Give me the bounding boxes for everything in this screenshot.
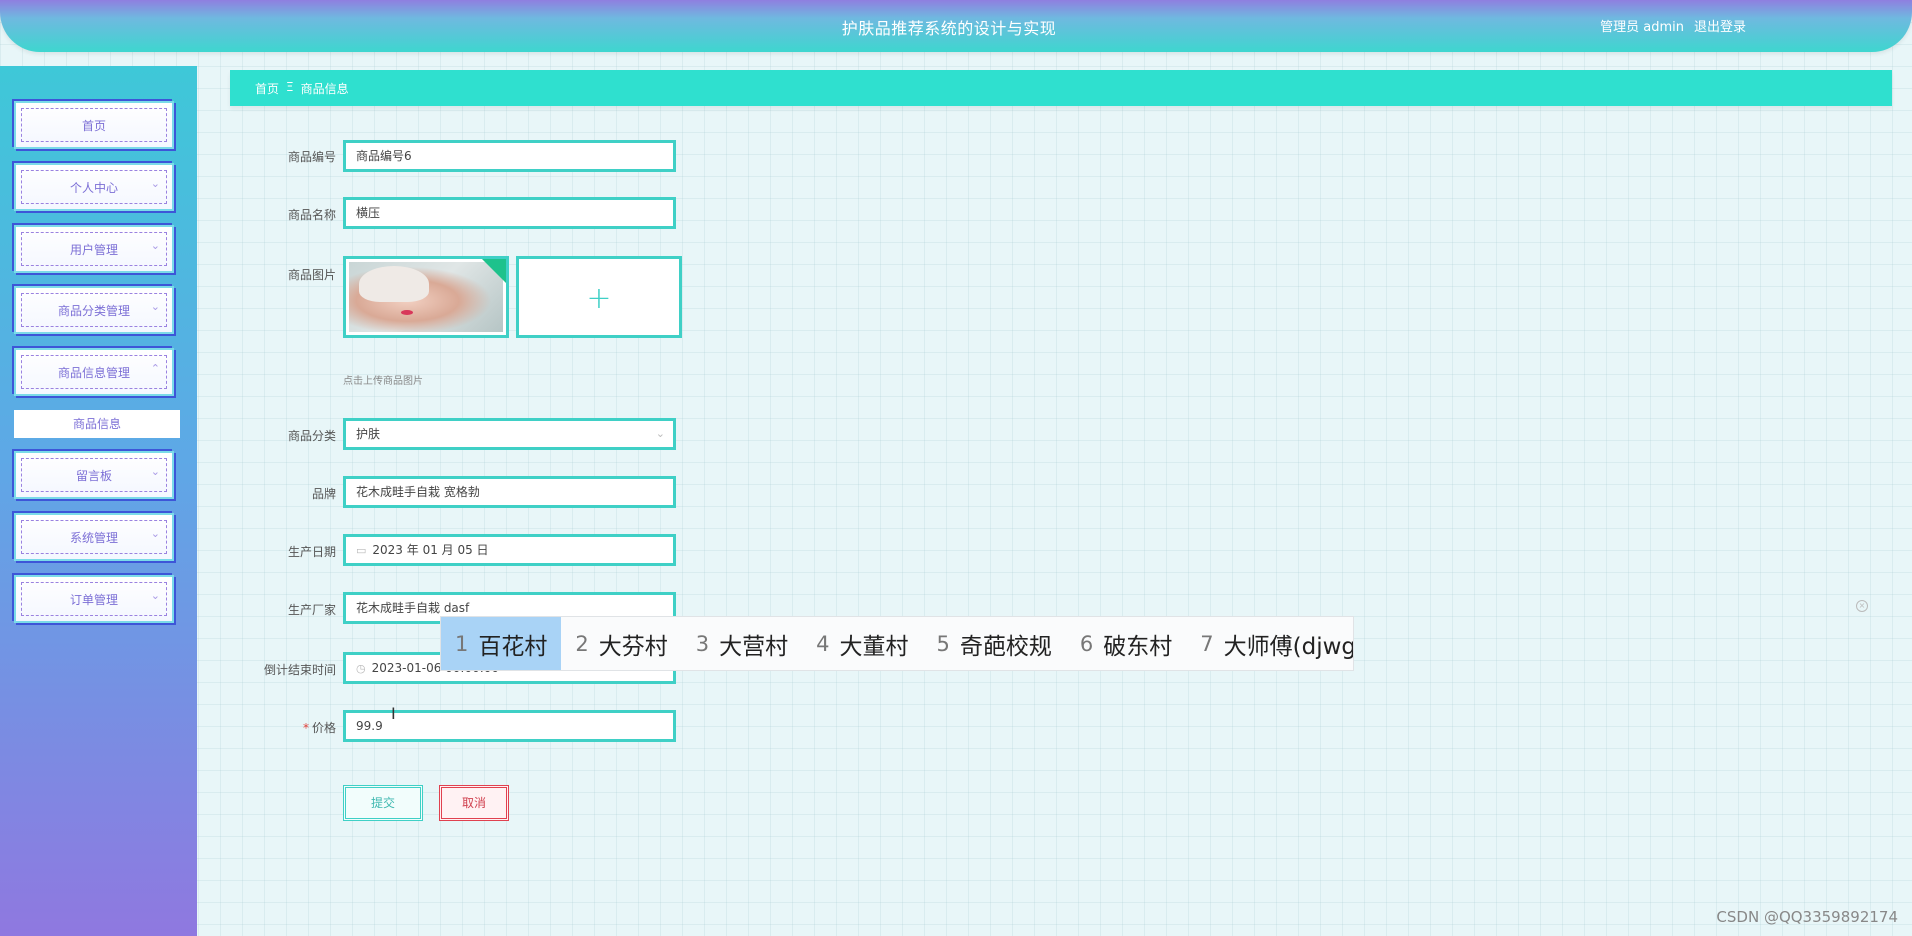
category-selected-value: 护肤 xyxy=(356,427,381,441)
page-background xyxy=(0,0,1912,936)
chevron-down-icon: ⌄ xyxy=(655,427,665,440)
product-image-label: 商品图片 xyxy=(287,268,336,282)
clock-icon: ◷ xyxy=(356,662,366,675)
product-name-label: 商品名称 xyxy=(287,208,336,222)
chevron-down-icon: ⌄ xyxy=(150,239,160,252)
logout-link[interactable]: 退出登录 xyxy=(1694,16,1746,35)
sidebar-item-label: 用户管理 xyxy=(69,243,118,257)
text-cursor-icon: I xyxy=(391,704,396,723)
submit-button[interactable]: 提交 xyxy=(343,785,423,821)
breadcrumb-separator: Ξ xyxy=(286,80,294,94)
sidebar-item-label: 商品信息管理 xyxy=(57,366,130,380)
sidebar-item-label: 留言板 xyxy=(75,469,112,483)
category-label: 商品分类 xyxy=(287,429,336,443)
sidebar-item-order-management[interactable]: 订单管理 ⌄ xyxy=(14,575,174,623)
sidebar-item-label: 首页 xyxy=(81,119,106,133)
sidebar-item-category-management[interactable]: 商品分类管理 ⌄ xyxy=(14,286,174,334)
sidebar-item-personal-center[interactable]: 个人中心 ⌄ xyxy=(14,163,174,211)
product-no-label: 商品编号 xyxy=(287,150,336,164)
sidebar-item-label: 订单管理 xyxy=(69,593,118,607)
breadcrumb-current: 商品信息 xyxy=(300,82,349,96)
sidebar-item-home[interactable]: 首页 xyxy=(14,101,174,149)
cancel-button[interactable]: 取消 xyxy=(439,785,509,821)
upload-success-badge xyxy=(482,259,506,283)
brand-label: 品牌 xyxy=(311,487,336,501)
chevron-down-icon: ⌄ xyxy=(150,177,160,190)
breadcrumb: 首页 Ξ 商品信息 xyxy=(255,80,349,97)
product-no-input[interactable]: 商品编号6 xyxy=(343,140,676,172)
ime-candidate[interactable]: 6 破东村 xyxy=(1066,617,1186,670)
sidebar-item-system-management[interactable]: 系统管理 ⌄ xyxy=(14,513,174,561)
product-photo xyxy=(349,262,503,332)
image-upload-button[interactable]: + xyxy=(516,256,682,338)
close-icon[interactable]: × xyxy=(1856,600,1868,612)
price-label: * 价格 xyxy=(302,721,336,735)
top-header: 护肤品推荐系统的设计与实现 管理员 admin 退出登录 xyxy=(0,0,1912,52)
chevron-down-icon: ⌄ xyxy=(150,527,160,540)
sidebar-item-label: 商品分类管理 xyxy=(57,304,130,318)
sidebar-item-product-management[interactable]: 商品信息管理 ⌃ xyxy=(14,348,174,396)
production-date-picker[interactable]: ▭ 2023 年 01 月 05 日 xyxy=(343,534,676,566)
ime-candidate[interactable]: 3 大营村 xyxy=(682,617,802,670)
sidebar-item-label: 系统管理 xyxy=(69,531,118,545)
category-select[interactable]: 护肤 ⌄ xyxy=(343,418,676,450)
ime-candidate[interactable]: 5 奇葩校规 xyxy=(923,617,1066,670)
upload-hint: 点击上传商品图片 xyxy=(343,376,423,387)
ime-candidate-bar: 1 百花村 2 大芬村 3 大营村 4 大董村 5 奇葩校规 6 破东村 7 大师傅(djwg xyxy=(440,616,1354,671)
brand-input[interactable]: 花木成畦手自栽 宽格勃 xyxy=(343,476,676,508)
sidebar-item-label: 个人中心 xyxy=(69,181,118,195)
production-date-value: 2023 年 01 月 05 日 xyxy=(372,543,489,557)
product-name-input[interactable]: 横压 xyxy=(343,197,676,229)
countdown-end-label: 倒计结束时间 xyxy=(263,663,336,677)
required-asterisk: * xyxy=(302,721,309,735)
production-date-label: 生产日期 xyxy=(287,545,336,559)
chevron-down-icon: ⌄ xyxy=(150,300,160,313)
current-user-label: 管理员 admin xyxy=(1600,20,1684,35)
sidebar-item-user-management[interactable]: 用户管理 ⌄ xyxy=(14,225,174,273)
breadcrumb-home[interactable]: 首页 xyxy=(255,80,279,97)
watermark: CSDN @QQ3359892174 xyxy=(1716,908,1898,926)
user-area: 管理员 admin 退出登录 xyxy=(1600,16,1746,35)
chevron-up-icon: ⌃ xyxy=(150,362,160,375)
breadcrumb-bar: 首页 Ξ 商品信息 xyxy=(230,70,1892,106)
sidebar-item-message-board[interactable]: 留言板 ⌄ xyxy=(14,451,174,499)
plus-icon: + xyxy=(586,281,612,316)
ime-candidate[interactable]: 2 大芬村 xyxy=(561,617,681,670)
uploaded-image-thumbnail[interactable] xyxy=(343,256,509,338)
ime-candidate[interactable]: 7 大师傅(djwg xyxy=(1186,617,1353,670)
manufacturer-label: 生产厂家 xyxy=(287,603,336,617)
ime-candidate[interactable]: 4 大董村 xyxy=(802,617,922,670)
sidebar-subitem-product-info[interactable]: 商品信息 xyxy=(14,410,180,438)
calendar-icon: ▭ xyxy=(356,544,367,557)
chevron-down-icon: ⌄ xyxy=(150,465,160,478)
chevron-down-icon: ⌄ xyxy=(150,589,160,602)
ime-candidate[interactable]: 1 百花村 xyxy=(441,617,562,670)
